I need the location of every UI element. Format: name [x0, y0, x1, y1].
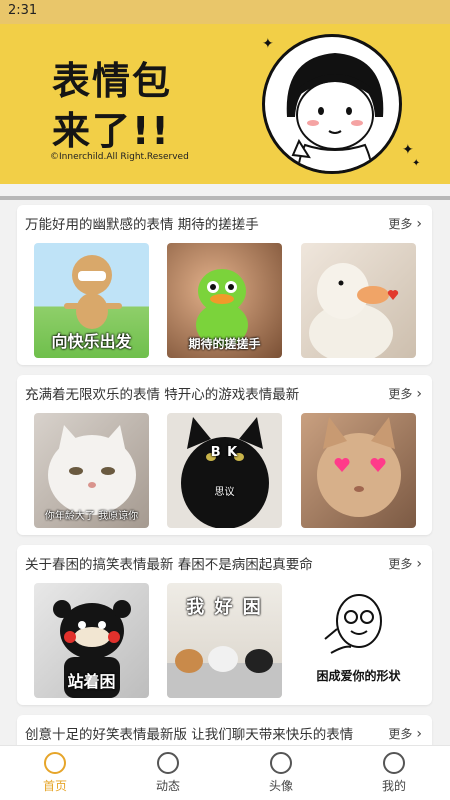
status-time: 2:31 [8, 3, 38, 18]
banner-copyright: ©Innerchild.All Right.Reserved [50, 152, 189, 162]
thumbnail-letters: B K [210, 445, 239, 460]
thumbnail-caption: 你年龄大了 我原谅你 [44, 511, 139, 522]
chevron-right-icon: › [416, 386, 422, 402]
tab-label: 我的 [381, 779, 406, 793]
thumbnail-caption: 向快乐出发 [51, 332, 132, 351]
tab-avatar[interactable]: 头像 [246, 752, 316, 794]
sparkle-icon: ✦ [262, 36, 274, 52]
section-divider [0, 196, 450, 200]
sticker-thumbnail[interactable] [301, 413, 416, 528]
smile-icon [44, 752, 66, 774]
tab-label: 头像 [268, 779, 293, 793]
tab-label: 首页 [42, 779, 67, 793]
card-title: 充满着无限欢乐的表情 特开心的游戏表情最新 [25, 387, 300, 403]
tab-home[interactable]: 首页 [20, 752, 90, 794]
chevron-right-icon: › [416, 726, 422, 742]
status-bar: 2:31 [0, 0, 450, 24]
chevron-right-icon: › [416, 216, 422, 232]
banner[interactable]: 表情包 来了!! ©Innerchild.All Right.Reserved … [0, 24, 450, 184]
sticker-thumbnail[interactable]: 我 好 困 [167, 583, 282, 698]
more-link[interactable]: 更多 › [388, 215, 422, 232]
more-link[interactable]: 更多 › [388, 725, 422, 742]
thumbnail-caption: 困成爱你的形状 [316, 669, 401, 683]
sparkle-icon: ✦ [402, 142, 414, 158]
sticker-thumbnail[interactable]: B K 思议 [167, 413, 282, 528]
sticker-thumbnail[interactable]: 你年龄大了 我原谅你 [34, 413, 149, 528]
sticker-pack-card[interactable]: 充满着无限欢乐的表情 特开心的游戏表情最新 更多 › 你年龄大了 我原谅你 B K… [17, 375, 432, 535]
sticker-thumbnail[interactable]: 期待的搓搓手 [167, 243, 282, 358]
more-link[interactable]: 更多 › [388, 385, 422, 402]
thumbnail-caption: 站着困 [67, 672, 116, 691]
chevron-right-icon: › [416, 556, 422, 572]
thumbnail-caption: 思议 [214, 487, 235, 498]
banner-title-line1: 表情包 [52, 59, 173, 103]
card-title: 万能好用的幽默感的表情 期待的搓搓手 [25, 217, 259, 233]
planet-icon [157, 752, 179, 774]
more-link[interactable]: 更多 › [388, 555, 422, 572]
sticker-pack-card[interactable]: 关于春困的搞笑表情最新 春困不是病困起真要命 更多 › 站着困 我 好 困 困成… [17, 545, 432, 705]
tab-profile[interactable]: 我的 [359, 752, 429, 794]
sticker-thumbnail[interactable]: 向快乐出发 [34, 243, 149, 358]
banner-character-illustration [262, 34, 402, 174]
banner-title-line2: 来了!! [52, 109, 171, 153]
user-icon [383, 752, 405, 774]
card-title: 创意十足的好笑表情最新版 让我们聊天带来快乐的表情 [25, 727, 354, 743]
sticker-thumbnail[interactable] [301, 243, 416, 358]
thumbnail-caption: 期待的搓搓手 [188, 337, 261, 351]
tab-label: 动态 [155, 779, 180, 793]
card-title: 关于春困的搞笑表情最新 春困不是病困起真要命 [25, 557, 313, 573]
sparkle-icon: ✦ [412, 158, 421, 169]
sticker-pack-card[interactable]: 万能好用的幽默感的表情 期待的搓搓手 更多 › 向快乐出发 期待的搓搓手 [17, 205, 432, 365]
face-icon [270, 752, 292, 774]
thumbnail-caption: 我 好 困 [186, 597, 263, 618]
sticker-thumbnail[interactable]: 站着困 [34, 583, 149, 698]
bottom-tab-bar: 首页 动态 头像 我的 [0, 745, 450, 800]
tab-feed[interactable]: 动态 [133, 752, 203, 794]
sticker-thumbnail[interactable]: 困成爱你的形状 [301, 583, 416, 698]
